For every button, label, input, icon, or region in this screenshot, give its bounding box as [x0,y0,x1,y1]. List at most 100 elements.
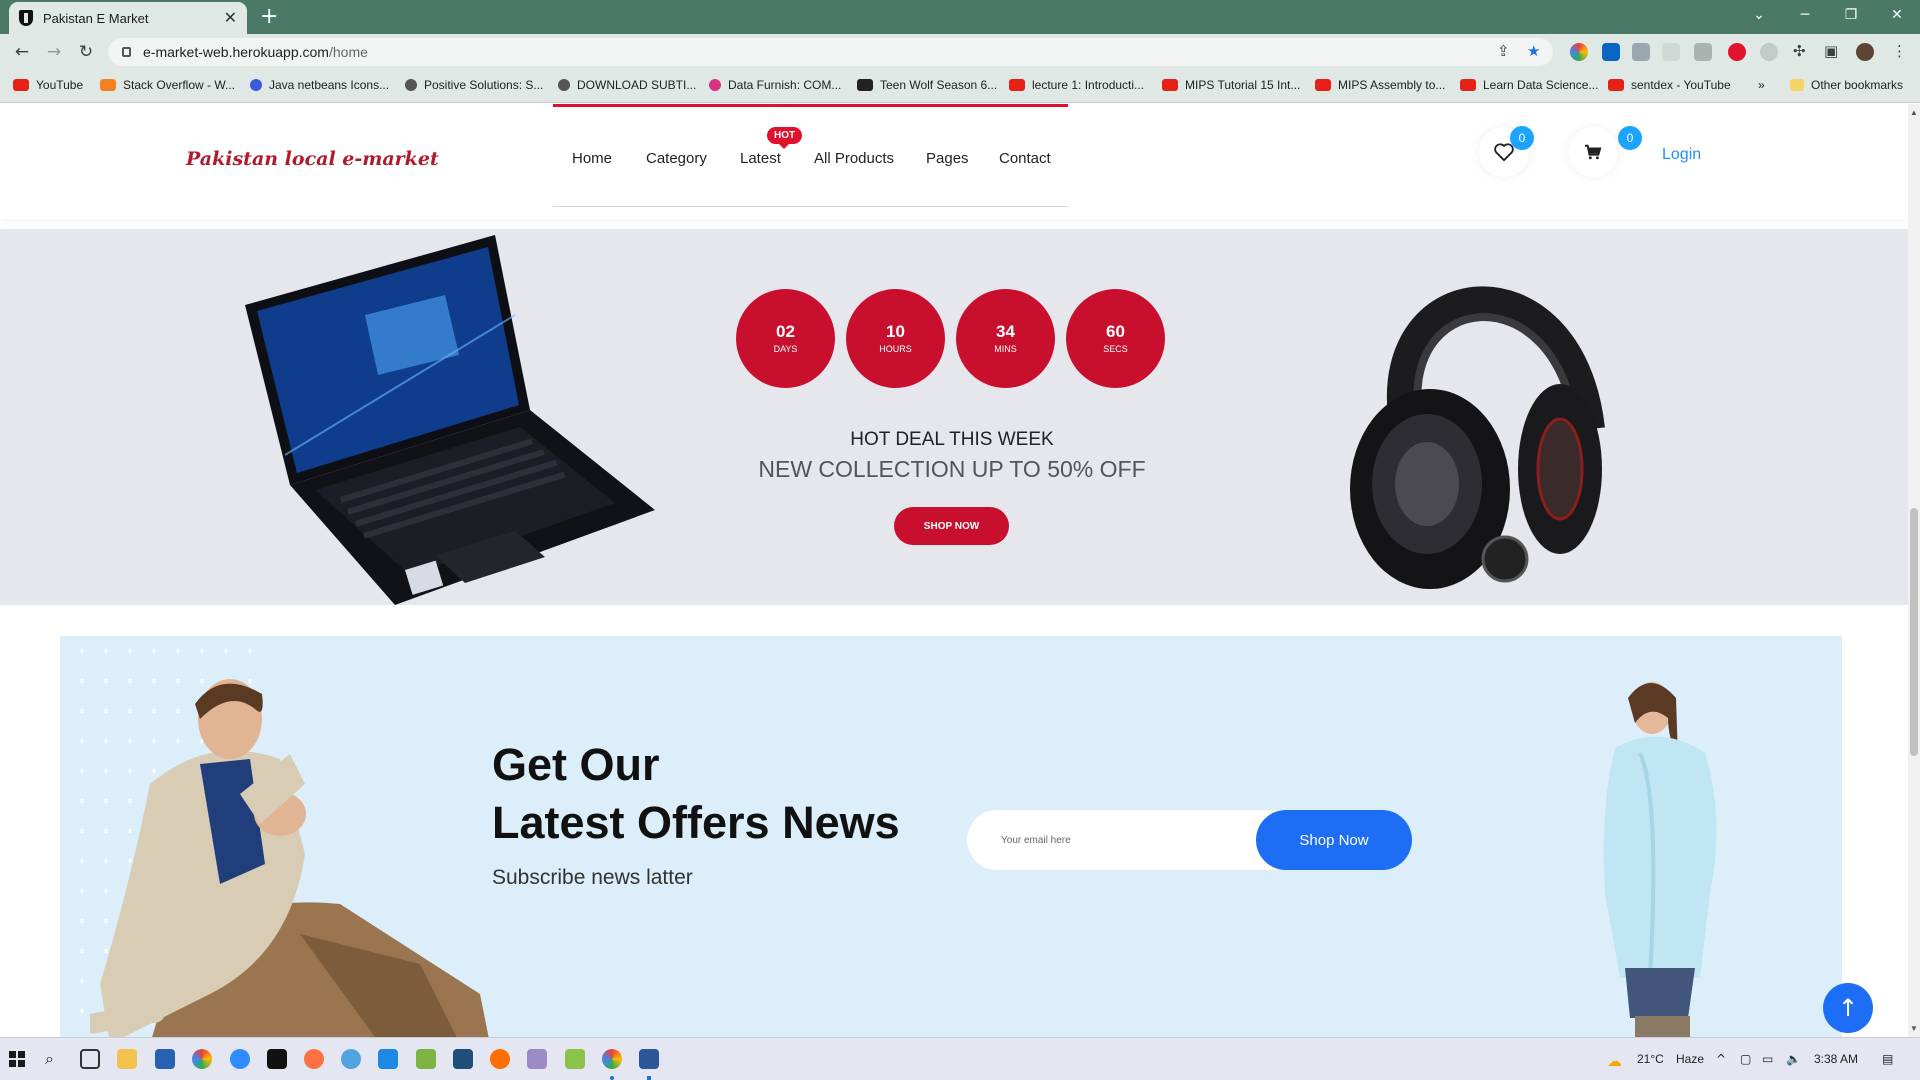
hot-badge: HOT [767,127,803,149]
bookmark-label: YouTube [36,78,84,92]
bookmark-item[interactable]: Learn Data Science... [1460,78,1598,92]
extension-opera-icon[interactable] [1728,43,1746,61]
bookmark-item[interactable]: MIPS Tutorial 15 Int... [1162,78,1300,92]
cart-button[interactable] [1568,127,1618,177]
close-tab-icon[interactable]: ✕ [224,8,237,28]
scroll-up-icon[interactable]: ▲ [1910,108,1918,117]
bookmark-item[interactable]: Stack Overflow - W... [100,78,235,92]
notepad-icon[interactable] [416,1049,436,1069]
minimize-icon[interactable]: ─ [1782,0,1828,30]
back-icon[interactable]: ← [10,40,34,64]
subscribe-button[interactable]: Shop Now [1256,810,1412,870]
app-icon[interactable] [565,1049,585,1069]
reload-icon[interactable]: ↻ [74,40,98,64]
countdown-mins: 34 MINS [956,289,1055,388]
other-bookmarks[interactable]: Other bookmarks [1790,78,1903,92]
bookmark-item[interactable]: lecture 1: Introducti... [1009,78,1144,92]
bookmark-item[interactable]: DOWNLOAD SUBTI... [558,78,696,92]
extensions-puzzle-icon[interactable]: ✣ [1793,42,1806,60]
app-icon[interactable] [341,1049,361,1069]
windows-taskbar: ⌕ ☁ 21°C Haze ^ ▢ ▭ 🔈 3:38 AM ▤ [0,1037,1920,1080]
windows-start-icon[interactable] [9,1051,25,1067]
weather-label[interactable]: Haze [1676,1052,1704,1066]
close-window-icon[interactable]: ✕ [1874,0,1920,30]
share-icon[interactable]: ⇪ [1497,42,1510,60]
bookmark-item[interactable]: Data Furnish: COM... [709,78,841,92]
extension-globe-icon[interactable] [1760,43,1778,61]
app-icon[interactable] [453,1049,473,1069]
forward-icon[interactable]: → [42,40,66,64]
firefox-icon[interactable] [490,1049,510,1069]
notifications-icon[interactable]: ▤ [1882,1052,1893,1066]
chrome-active-icon[interactable] [602,1049,622,1069]
browser-tab-strip: Pakistan E Market ✕ + ⌄ ─ ❐ ✕ [0,0,1920,34]
browser-tab[interactable]: Pakistan E Market ✕ [9,2,247,34]
bookmark-star-icon[interactable]: ★ [1527,42,1540,60]
tab-search-icon[interactable]: ⌄ [1736,0,1782,30]
shop-now-button[interactable]: SHOP NOW [894,507,1009,545]
bookmark-item[interactable]: Teen Wolf Season 6... [857,78,997,92]
extension-linkedin-icon[interactable] [1602,43,1620,61]
deal-subheading: NEW COLLECTION UP TO 50% OFF [758,456,1146,482]
headphones-image [1350,286,1605,589]
wishlist-count-badge: 0 [1510,126,1534,150]
extension-image-icon[interactable] [1694,43,1712,61]
bookmark-item[interactable]: YouTube [13,78,83,92]
weather-icon[interactable]: ☁ [1607,1052,1622,1070]
scroll-down-icon[interactable]: ▼ [1910,1024,1918,1033]
login-link[interactable]: Login [1662,146,1701,164]
countdown-hours: 10 HOURS [846,289,945,388]
browser-menu-icon[interactable]: ⋮ [1892,42,1907,60]
page-scrollbar[interactable]: ▲ ▼ [1908,104,1920,1037]
temperature[interactable]: 21°C [1637,1052,1664,1066]
pycharm-icon[interactable] [267,1049,287,1069]
bookmark-item[interactable]: Positive Solutions: S... [405,78,543,92]
nav-contact[interactable]: Contact [999,150,1051,167]
bookmark-item[interactable]: MIPS Assembly to... [1315,78,1445,92]
app-icon[interactable] [304,1049,324,1069]
nav-category[interactable]: Category [646,150,707,167]
onedrive-icon[interactable]: ▢ [1740,1052,1751,1066]
store-icon[interactable] [155,1049,175,1069]
url-path: /home [328,44,368,60]
extension-translate-icon[interactable] [1632,43,1650,61]
bookmark-item[interactable]: sentdex - YouTube [1608,78,1731,92]
file-explorer-icon[interactable] [117,1049,137,1069]
chrome-icon[interactable] [192,1049,212,1069]
side-panel-icon[interactable]: ▣ [1824,42,1838,60]
volume-icon[interactable]: 🔈 [1786,1052,1801,1066]
nav-pages[interactable]: Pages [926,150,969,167]
network-icon[interactable]: ▭ [1762,1052,1773,1066]
word-icon[interactable] [639,1049,659,1069]
nav-home[interactable]: Home [572,150,612,167]
clock-time[interactable]: 3:38 AM [1814,1052,1858,1066]
new-tab-icon[interactable]: + [260,4,278,29]
vscode-icon[interactable] [378,1049,398,1069]
extension-color-icon[interactable] [1570,43,1588,61]
nav-all-products[interactable]: All Products [814,150,894,167]
scrollbar-thumb[interactable] [1910,508,1918,756]
profile-avatar-icon[interactable] [1856,43,1874,61]
bookmarks-overflow-button[interactable]: » [1758,78,1765,92]
zoom-icon[interactable] [230,1049,250,1069]
extension-dots-icon[interactable] [1662,43,1680,61]
url-host: e-market-web.herokuapp.com [143,44,329,60]
task-view-icon[interactable] [80,1049,100,1069]
bookmark-label: DOWNLOAD SUBTI... [577,78,697,92]
app-icon[interactable] [527,1049,547,1069]
show-hidden-icons-icon[interactable]: ^ [1716,1052,1726,1066]
countdown-unit: MINS [994,344,1017,354]
bookmark-label: lecture 1: Introducti... [1032,78,1145,92]
restore-icon[interactable]: ❐ [1828,0,1874,30]
site-logo[interactable]: Pakistan local e-market [186,148,439,170]
other-bookmarks-label: Other bookmarks [1811,78,1904,92]
bookmark-label: MIPS Tutorial 15 Int... [1185,78,1301,92]
nav-latest[interactable]: Latest [740,150,781,167]
stackoverflow-icon [100,79,116,91]
address-bar[interactable]: e-market-web.herokuapp.com/home [108,38,1553,66]
scroll-to-top-button[interactable]: ↑ [1823,983,1873,1033]
bookmark-item[interactable]: Java netbeans Icons... [250,78,389,92]
search-icon[interactable]: ⌕ [45,1049,54,1069]
countdown-value: 60 [1106,322,1125,341]
bookmark-site-icon [558,79,570,91]
